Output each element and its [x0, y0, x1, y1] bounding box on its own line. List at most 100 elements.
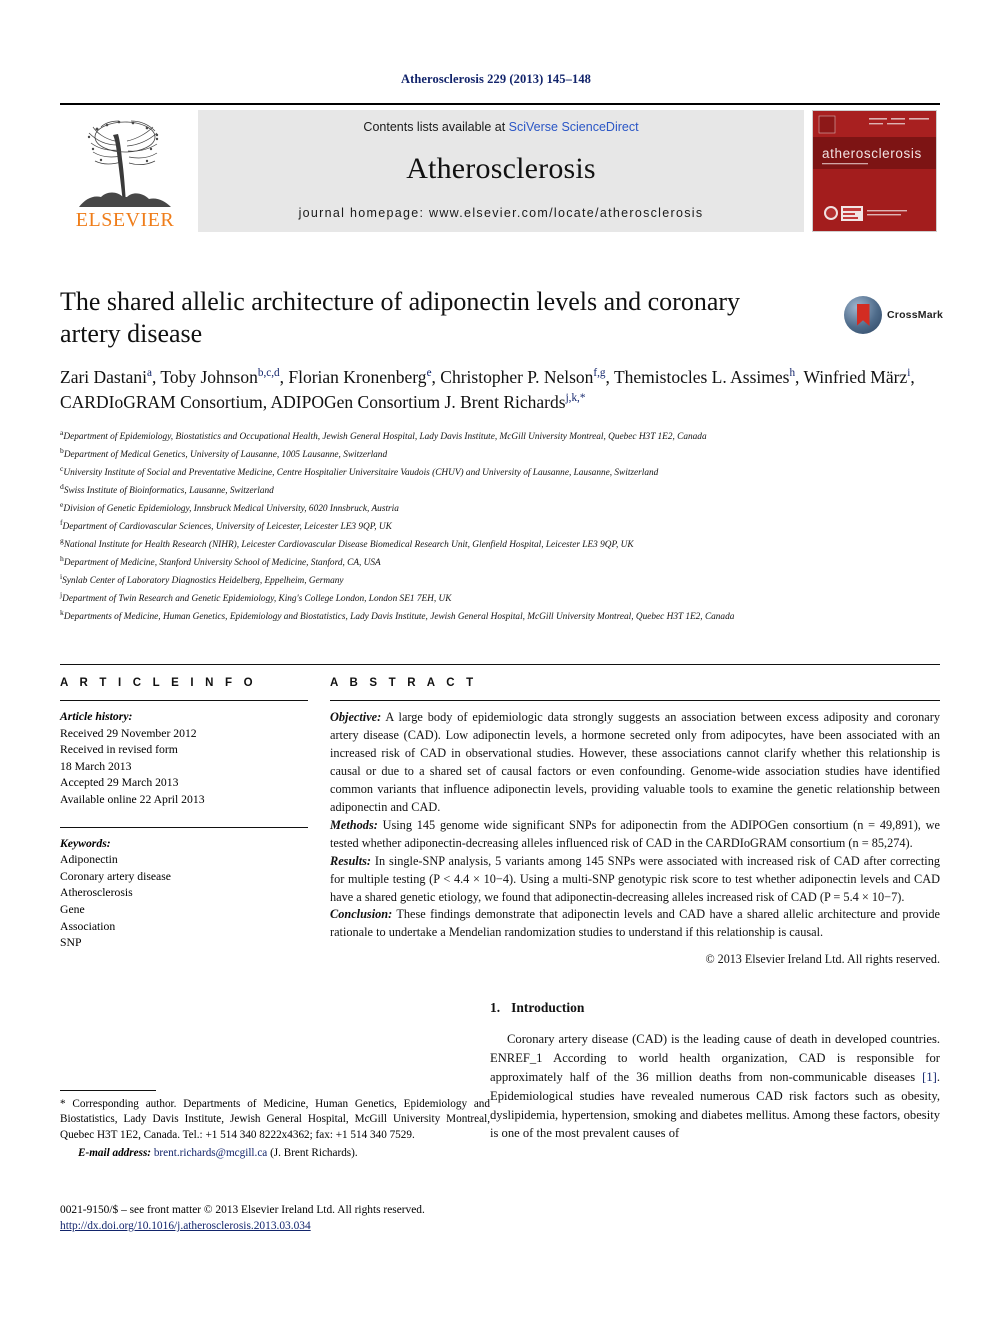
crossmark-badge[interactable]: CrossMark [844, 290, 944, 340]
left-column: * Corresponding author. Departments of M… [60, 1000, 490, 1159]
affiliation-item: dSwiss Institute of Bioinformatics, Laus… [60, 481, 940, 499]
affiliation-text: Division of Genetic Epidemiology, Innsbr… [63, 504, 399, 515]
elsevier-logo: ELSEVIER [60, 110, 190, 232]
abstract-conclusion: Conclusion: These findings demonstrate t… [330, 906, 940, 942]
article-history-item: Accepted 29 March 2013 [60, 776, 179, 790]
article-info-heading: A R T I C L E I N F O [60, 677, 257, 689]
info-abstract-band: A R T I C L E I N F O Article history: R… [60, 664, 940, 969]
sciencedirect-link[interactable]: SciVerse ScienceDirect [509, 120, 639, 134]
abstract-methods: Methods: Using 145 genome wide significa… [330, 817, 940, 853]
keyword-item: Atherosclerosis [60, 886, 133, 900]
doi-link[interactable]: http://dx.doi.org/10.1016/j.atherosclero… [60, 1220, 311, 1232]
objective-label: Objective: [330, 710, 382, 724]
introduction-number: 1. [490, 1000, 501, 1015]
keyword-item: SNP [60, 936, 82, 950]
elsevier-wordmark: ELSEVIER [75, 209, 175, 231]
introduction-heading: 1. Introduction [490, 1000, 940, 1016]
email-owner: (J. Brent Richards). [270, 1147, 358, 1160]
article-history-item: Received 29 November 2012 [60, 726, 197, 740]
affiliation-text: University Institute of Social and Preve… [63, 468, 659, 479]
affiliation-item: hDepartment of Medicine, Stanford Univer… [60, 553, 940, 571]
abstract-column: A B S T R A C T Objective: A large body … [330, 677, 940, 969]
right-column: 1. Introduction Coronary artery disease (… [490, 1000, 940, 1143]
affiliation-text: Department of Cardiovascular Sciences, U… [62, 522, 392, 533]
keyword-item: Gene [60, 903, 85, 917]
affiliation-text: Department of Epidemiology, Biostatistic… [63, 432, 707, 443]
corresponding-email-link[interactable]: brent.richards@mcgill.ca [154, 1147, 267, 1159]
affiliation-item: jDepartment of Twin Research and Genetic… [60, 589, 940, 607]
article-history-label: Article history: [60, 710, 133, 723]
keyword-item: Association [60, 919, 116, 933]
methods-label: Methods: [330, 817, 378, 832]
journal-masthead: ELSEVIER Contents lists available at Sci… [60, 103, 940, 232]
affiliation-text: Department of Medicine, Stanford Univers… [63, 558, 381, 569]
affiliation-item: gNational Institute for Health Research … [60, 535, 940, 553]
conclusion-text: These findings demonstrate that adiponec… [330, 907, 940, 940]
affiliation-list: aDepartment of Epidemiology, Biostatisti… [60, 427, 940, 625]
issn-line: 0021-9150/$ – see front matter © 2013 El… [60, 1204, 425, 1216]
affiliation-text: Department of Medical Genetics, Universi… [63, 450, 388, 461]
keyword-item: Adiponectin [60, 853, 118, 867]
article-header: CrossMark The shared allelic architectur… [60, 286, 944, 625]
article-history-item: 18 March 2013 [60, 759, 132, 773]
affiliation-text: National Institute for Health Research (… [63, 540, 634, 551]
journal-cover: atherosclerosis [812, 110, 940, 232]
affiliation-item: aDepartment of Epidemiology, Biostatisti… [60, 427, 940, 445]
objective-text: A large body of epidemiologic data stron… [330, 710, 940, 814]
affiliation-text: Departments of Medicine, Human Genetics,… [63, 612, 735, 623]
intro-text-pre: Coronary artery disease (CAD) is the lea… [490, 1032, 940, 1084]
corresponding-author-text: * Corresponding author. Departments of M… [60, 1098, 490, 1141]
journal-article-page: Atherosclerosis 229 (2013) 145–148 ELSEV… [0, 0, 992, 1323]
article-history-item: Available online 22 April 2013 [60, 793, 205, 807]
abstract-body: Objective: A large body of epidemiologic… [330, 709, 940, 969]
abstract-copyright: © 2013 Elsevier Ireland Ltd. All rights … [705, 952, 940, 967]
introduction-paragraph: Coronary artery disease (CAD) is the lea… [490, 1030, 940, 1143]
corresponding-author-note: * Corresponding author. Departments of M… [60, 1090, 490, 1161]
article-history-block: Article history: Received 29 November 20… [60, 709, 308, 809]
article-info-rule [60, 700, 308, 701]
author-list: Zari Dastania, Toby Johnsonb,c,d, Floria… [60, 367, 915, 413]
keyword-item: Coronary artery disease [60, 869, 171, 883]
citation-link-1[interactable]: [1] [922, 1070, 937, 1084]
affiliation-item: eDivision of Genetic Epidemiology, Innsb… [60, 499, 940, 517]
affiliation-text: Swiss Institute of Bioinformatics, Lausa… [63, 486, 274, 497]
crossmark-label: CrossMark [887, 309, 944, 321]
abstract-heading: A B S T R A C T [330, 677, 478, 689]
footnote-rule [60, 1090, 156, 1091]
page-footer: 0021-9150/$ – see front matter © 2013 El… [60, 1202, 490, 1234]
results-text: In single-SNP analysis, 5 variants among… [330, 853, 940, 904]
keywords-rule [60, 826, 308, 828]
journal-title: Atherosclerosis [406, 152, 596, 185]
results-label: Results: [330, 853, 371, 868]
email-line: E-mail address: brent.richards@mcgill.ca… [60, 1146, 490, 1161]
abstract-rule [330, 700, 940, 701]
affiliation-text: Department of Twin Research and Genetic … [62, 594, 452, 605]
contents-list-line: Contents lists available at SciVerse Sci… [202, 120, 800, 134]
journal-cover-image: atherosclerosis [812, 110, 937, 232]
keywords-label: Keywords: [60, 836, 111, 850]
body-columns: * Corresponding author. Departments of M… [60, 1000, 940, 1159]
keywords-block: Keywords: Adiponectin Coronary artery dis… [60, 836, 308, 952]
affiliation-item: kDepartments of Medicine, Human Genetics… [60, 607, 940, 625]
abstract-results: Results: In single-SNP analysis, 5 varia… [330, 853, 940, 907]
crossmark-icon [844, 296, 882, 334]
page-title: The shared allelic architecture of adipo… [60, 287, 741, 348]
journal-header-band: Contents lists available at SciVerse Sci… [198, 110, 804, 232]
journal-homepage[interactable]: journal homepage: www.elsevier.com/locat… [202, 206, 800, 220]
introduction-title: Introduction [511, 1000, 585, 1015]
elsevier-tree-icon [71, 119, 179, 209]
band-top-rule [60, 664, 940, 665]
contents-prefix: Contents lists available at [363, 120, 509, 134]
affiliation-item: fDepartment of Cardiovascular Sciences, … [60, 517, 940, 535]
svg-text:atherosclerosis: atherosclerosis [822, 146, 922, 161]
article-history-item: Received in revised form [60, 743, 178, 757]
article-info-column: A R T I C L E I N F O Article history: R… [60, 677, 330, 969]
conclusion-label: Conclusion: [330, 907, 393, 922]
affiliation-item: iSynlab Center of Laboratory Diagnostics… [60, 571, 940, 589]
affiliation-item: cUniversity Institute of Social and Prev… [60, 463, 940, 481]
abstract-objective: Objective: A large body of epidemiologic… [330, 709, 940, 817]
running-head: Atherosclerosis 229 (2013) 145–148 [400, 72, 592, 86]
article-history-items: Received 29 November 2012 Received in rev… [60, 726, 308, 809]
keyword-items: Adiponectin Coronary artery disease Athero… [60, 852, 308, 952]
email-label: E-mail address: [78, 1147, 152, 1160]
